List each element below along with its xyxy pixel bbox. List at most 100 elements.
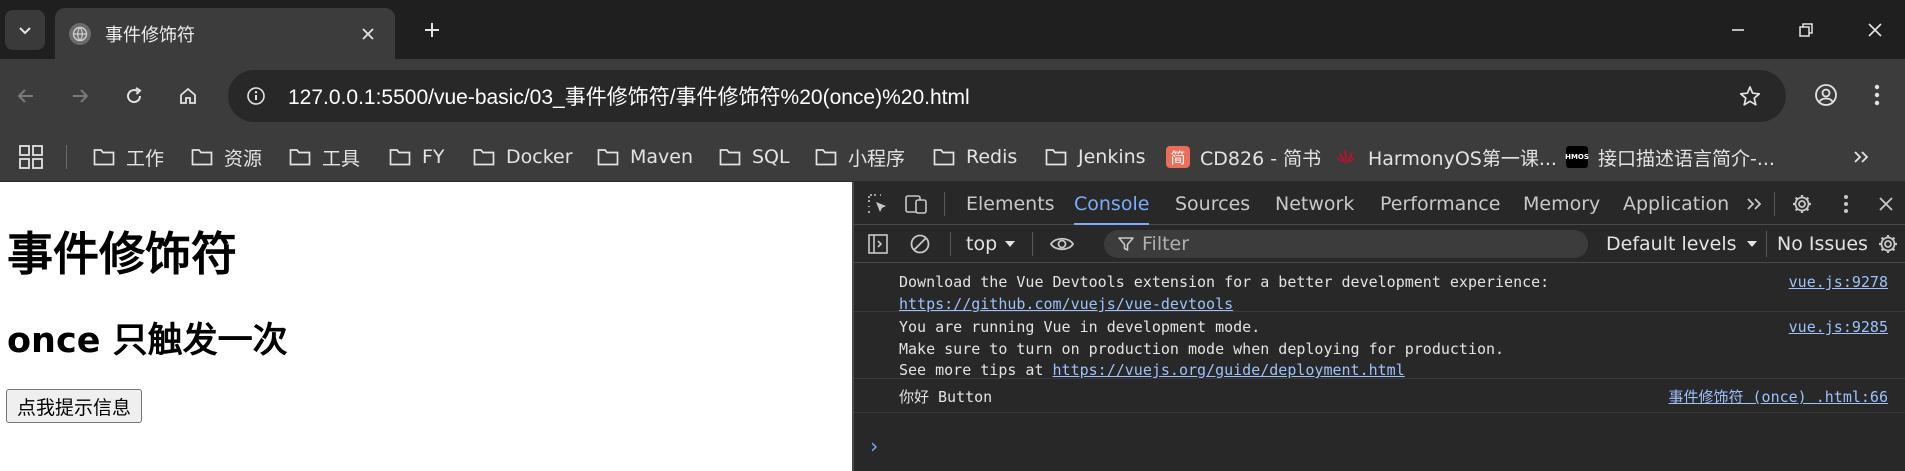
bookmark-folder-tools[interactable]: 工具 [288,139,360,175]
close-tab-icon[interactable] [355,21,381,47]
bookmark-folder-maven[interactable]: Maven [596,139,693,175]
huawei-icon [1334,146,1358,168]
bookmark-folder-docker[interactable]: Docker [472,139,573,175]
tab-strip: 事件修饰符 [0,0,1905,59]
folder-icon [388,146,412,168]
page-heading: 事件修饰符 [7,227,237,281]
address-bar[interactable]: 127.0.0.1:5500/vue-basic/03_事件修饰符/事件修饰符%… [228,70,1786,122]
show-info-button[interactable]: 点我提示信息 [6,389,143,423]
bookmark-folder-miniprogram[interactable]: 小程序 [814,139,905,175]
chevron-double-right-icon [1854,151,1869,163]
message-text: You are running Vue in development mode. [899,318,1261,336]
tab-sources[interactable]: Sources [1175,182,1250,225]
close-devtools-icon[interactable] [1872,190,1900,218]
folder-icon [718,146,742,168]
dropdown-arrow-icon [1746,241,1757,247]
tab-search-button[interactable] [5,10,45,50]
console-filter-input[interactable]: Filter [1104,230,1588,258]
tab-title: 事件修饰符 [105,24,195,46]
site-info-icon[interactable] [238,78,274,114]
forward-button[interactable] [62,78,98,114]
home-icon [180,87,196,104]
clear-console-icon[interactable] [906,230,934,258]
page-viewport: 事件修饰符 once 只触发一次 点我提示信息 [0,182,852,471]
restore-button[interactable] [1786,14,1826,46]
globe-icon [69,22,91,45]
bookmark-folder-jenkins[interactable]: Jenkins [1044,139,1146,175]
context-selector[interactable]: top [966,231,1017,257]
back-button[interactable] [8,78,44,114]
browser-toolbar: 127.0.0.1:5500/vue-basic/03_事件修饰符/事件修饰符%… [0,59,1905,131]
message-link[interactable]: https://vuejs.org/guide/deployment.html [1053,361,1405,379]
folder-icon [1044,146,1068,168]
tab-console[interactable]: Console [1074,182,1150,225]
levels-label: Default levels [1606,233,1737,255]
message-source-link[interactable]: vue.js:9278 [1789,273,1888,291]
devtools-menu-icon[interactable] [1832,190,1860,218]
browser-tab-active[interactable]: 事件修饰符 [55,8,395,59]
message-source-link[interactable]: vue.js:9285 [1789,318,1888,336]
bookmark-folder-sql[interactable]: SQL [718,139,790,175]
bookmarks-separator [66,145,67,169]
home-button[interactable] [170,78,206,114]
eye-icon[interactable] [1048,230,1076,258]
jianshu-icon: 简 [1166,146,1190,168]
tab-application[interactable]: Application [1623,182,1729,225]
console-output: Download the Vue Devtools extension for … [854,264,1905,471]
close-window-button[interactable] [1855,14,1895,46]
tab-performance[interactable]: Performance [1380,182,1500,225]
new-tab-button[interactable] [416,14,448,46]
console-settings-gear-icon[interactable] [1874,230,1902,258]
bookmark-folder-redis[interactable]: Redis [932,139,1017,175]
bookmark-label: Jenkins [1078,146,1146,168]
inspect-element-icon[interactable] [864,190,892,218]
bookmark-label: 工具 [322,147,361,170]
message-source-link[interactable]: 事件修饰符 (once) .html:66 [1669,386,1889,407]
message-text-prefix: See more tips at [899,361,1053,379]
bookmark-label: 接口描述语言简介-... [1598,147,1775,170]
message-link[interactable]: https://github.com/vuejs/vue-devtools [899,295,1233,313]
url-text[interactable]: 127.0.0.1:5500/vue-basic/03_事件修饰符/事件修饰符%… [288,81,970,111]
more-bookmarks-button[interactable] [1846,143,1876,171]
message-text: See more tips at https://vuejs.org/guide… [899,361,1405,379]
minimize-button[interactable] [1718,14,1758,46]
bookmark-harmonyos[interactable]: HarmonyOS第一课... [1334,139,1557,175]
more-vert-icon [1874,84,1880,106]
message-text: Make sure to turn on production mode whe… [899,340,1505,358]
bookmark-label: Docker [506,146,573,168]
browser-menu-button[interactable] [1862,77,1892,113]
tab-elements[interactable]: Elements [966,182,1055,225]
console-prompt[interactable]: › [868,434,880,458]
bookmark-idl-intro[interactable]: HMOS 接口描述语言简介-... [1565,139,1775,175]
bookmark-folder-resources[interactable]: 资源 [190,139,262,175]
settings-gear-icon[interactable] [1788,190,1816,218]
bookmark-label: FY [422,146,445,168]
console-message: You are running Vue in development mode.… [854,312,1905,379]
issues-button[interactable]: No Issues [1766,231,1868,257]
bookmark-label: 小程序 [848,147,906,170]
devtools-tabbar: Elements Console Sources Network Perform… [854,182,1905,225]
device-toolbar-icon[interactable] [902,190,930,218]
reload-button[interactable] [116,78,152,114]
consolebar-separator [950,232,951,256]
bookmark-folder-fy[interactable]: FY [388,139,445,175]
log-levels-dropdown[interactable]: Default levels [1606,231,1759,257]
bookmark-label: 资源 [224,147,263,170]
apps-grid-icon[interactable] [18,144,44,170]
tab-network[interactable]: Network [1275,182,1354,225]
bookmark-folder-work[interactable]: 工作 [92,139,164,175]
sidebar-toggle-icon[interactable] [864,230,892,258]
minimize-icon [1732,29,1744,31]
folder-icon [814,146,838,168]
bookmarks-bar: 工作 资源 工具 FY Docker Maven SQL 小程序 Redis J… [0,131,1905,182]
folder-icon [596,146,620,168]
tab-memory[interactable]: Memory [1523,182,1600,225]
bookmark-jianshu[interactable]: 简 CD826 - 简书 [1166,139,1321,175]
consolebar-separator [1032,232,1033,256]
filter-placeholder: Filter [1142,233,1190,255]
bookmark-label: Maven [630,146,694,168]
reload-icon [127,87,142,104]
profile-button[interactable] [1808,77,1844,113]
more-tabs-icon[interactable] [1740,190,1768,218]
bookmark-star-icon[interactable] [1732,78,1768,114]
